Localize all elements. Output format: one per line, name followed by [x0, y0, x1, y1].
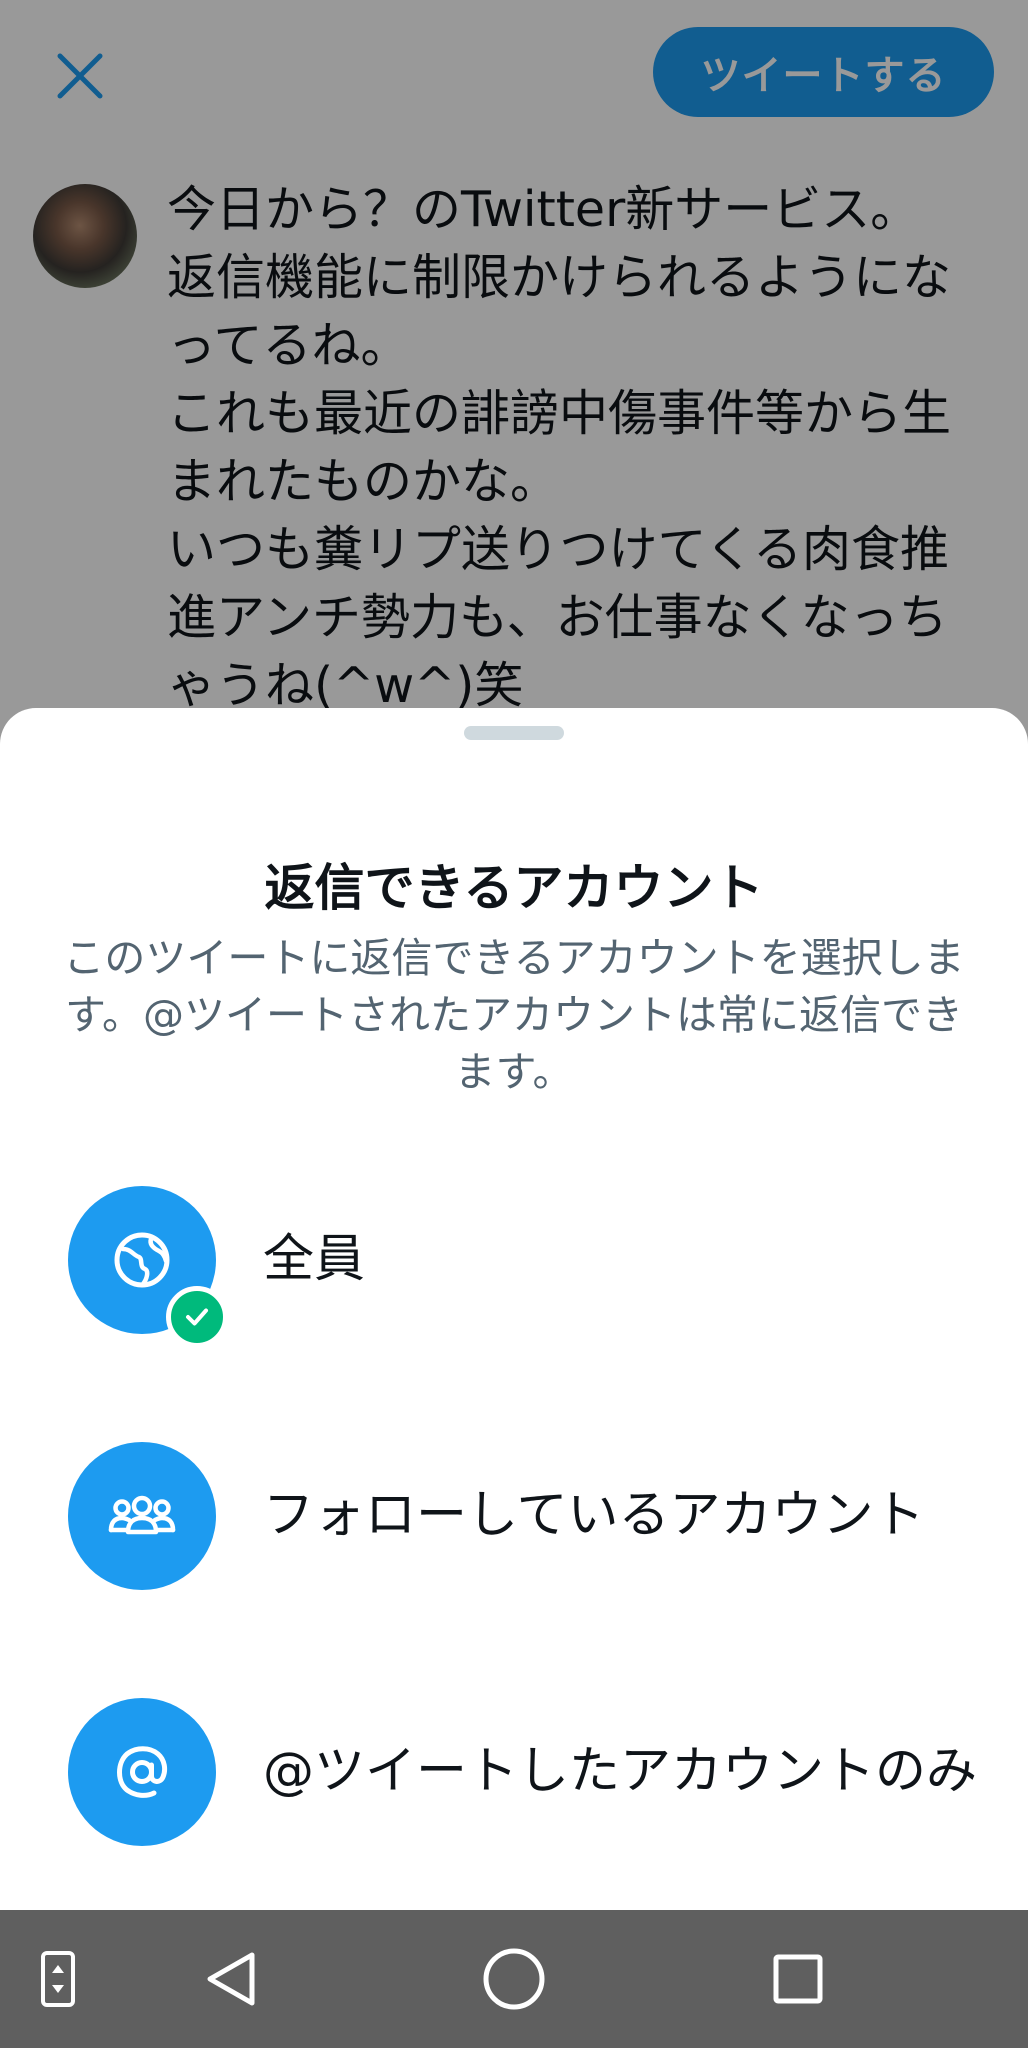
option-mentioned-only[interactable]: @ツイートしたアカウントのみ	[0, 1672, 1028, 1872]
option-mentioned-only-label: @ツイートしたアカウントのみ	[263, 1742, 978, 1801]
recents-icon	[773, 1954, 823, 2004]
at-sign-icon	[117, 1746, 168, 1798]
option-following[interactable]: フォローしているアカウント	[0, 1416, 1028, 1616]
globe-icon	[114, 1232, 170, 1288]
back-icon	[207, 1952, 255, 2006]
check-icon	[186, 1308, 208, 1326]
sheet-description: このツイートに返信できるアカウントを選択します。@ツイートされたアカウントは常に…	[63, 934, 965, 1096]
home-button[interactable]	[474, 1910, 554, 2048]
home-icon	[483, 1948, 545, 2010]
reply-settings-sheet: 返信できるアカウント このツイートに返信できるアカウントを選択します。@ツイート…	[0, 708, 1028, 1910]
screen-rotate-icon	[41, 1951, 75, 2007]
option-everyone[interactable]: 全員	[0, 1160, 1028, 1360]
sheet-title: 返信できるアカウント	[264, 859, 764, 917]
screen-rotate-button[interactable]	[18, 1910, 98, 2048]
people-icon	[108, 1495, 176, 1535]
recents-button[interactable]	[758, 1910, 838, 2048]
option-mentioned-icon-circle	[68, 1698, 216, 1846]
option-following-icon-circle	[68, 1442, 216, 1590]
sheet-drag-handle[interactable]	[464, 726, 564, 740]
back-button[interactable]	[190, 1910, 270, 2048]
option-everyone-label: 全員	[263, 1230, 366, 1289]
option-following-label: フォローしているアカウント	[263, 1486, 925, 1545]
system-navigation-bar	[0, 1910, 1028, 2048]
selected-badge	[166, 1286, 228, 1348]
